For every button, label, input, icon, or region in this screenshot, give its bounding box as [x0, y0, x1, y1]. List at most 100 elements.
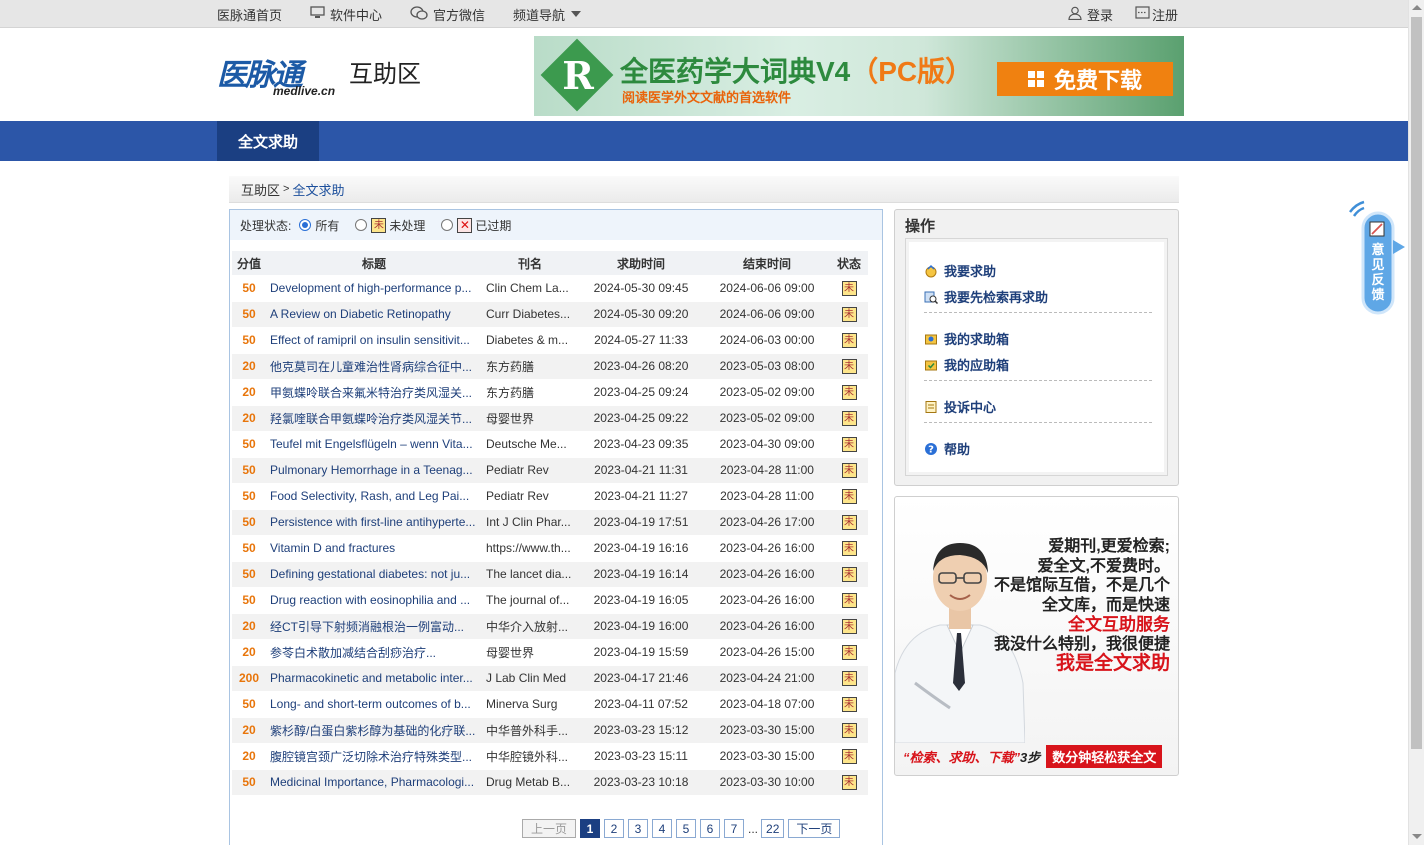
software-center-link[interactable]: 软件中心 — [310, 5, 382, 24]
prev-page-button[interactable]: 上一页 — [522, 819, 577, 838]
page-number-button[interactable]: 5 — [676, 819, 697, 838]
request-title-link[interactable]: Effect of ramipril on insulin sensitivit… — [266, 327, 482, 354]
request-title-link[interactable]: Medicinal Importance, Pharmacologi... — [266, 769, 482, 796]
top-links-left: 医脉通首页 软件中心 官方微信 频道导航 — [217, 0, 609, 28]
request-title-link[interactable]: Development of high-performance p... — [266, 275, 482, 302]
request-title-link[interactable]: Vitamin D and fractures — [266, 535, 482, 562]
table-row[interactable]: 50 Medicinal Importance, Pharmacologi... D… — [232, 769, 868, 796]
ad-line-5: 全文互助服务 — [1068, 615, 1170, 634]
table-row[interactable]: 50 Persistence with first-line antihypert… — [232, 509, 868, 536]
table-row[interactable]: 50 Food Selectivity, Rash, and Leg Pai...… — [232, 483, 868, 510]
request-score: 50 — [232, 327, 266, 354]
register-link[interactable]: 注册 — [1135, 5, 1178, 24]
table-row[interactable]: 50 A Review on Diabetic Retinopathy Curr D… — [232, 301, 868, 328]
request-end-time: 2023-04-26 16:00 — [704, 561, 830, 588]
wechat-link[interactable]: 官方微信 — [410, 5, 485, 24]
page-number-button[interactable]: 7 — [724, 819, 745, 838]
next-page-button[interactable]: 下一页 — [788, 819, 841, 838]
request-title-link[interactable]: Persistence with first-line antihyperte.… — [266, 509, 482, 536]
my-request-box-link[interactable]: 我的求助箱 — [924, 329, 1009, 348]
table-row[interactable]: 20 经CT引导下射频消融根治一例富动... 中华介入放射... 2023-04-19… — [232, 613, 868, 640]
top-bar: 医脉通首页 软件中心 官方微信 频道导航 登录 注册 — [0, 0, 1408, 28]
request-score: 20 — [232, 717, 266, 744]
chevron-down-icon — [571, 11, 582, 17]
table-row[interactable]: 50 Effect of ramipril on insulin sensitiv… — [232, 327, 868, 354]
table-row[interactable]: 20 参苓白术散加减结合刮痧治疗... 母婴世界 2023-04-19 15:59 20… — [232, 639, 868, 666]
feedback-label: 意见反馈 — [1371, 242, 1385, 302]
login-link[interactable]: 登录 — [1068, 5, 1113, 24]
request-title-link[interactable]: Pulmonary Hemorrhage in a Teenag... — [266, 457, 482, 484]
search-then-request-link[interactable]: 我要先检索再求助 — [924, 287, 1048, 306]
table-row[interactable]: 50 Vitamin D and fractures https://www.th.… — [232, 535, 868, 562]
table-row[interactable]: 20 紫杉醇/白蛋白紫杉醇为基础的化疗联... 中华普外科手... 2023-03-2… — [232, 717, 868, 744]
request-end-time: 2024-06-06 09:00 — [704, 275, 830, 302]
my-response-box-link[interactable]: 我的应助箱 — [924, 355, 1009, 374]
breadcrumb-root[interactable]: 互助区 — [241, 180, 280, 199]
scroll-up-arrow-icon[interactable] — [1412, 5, 1422, 10]
filter-expired-option[interactable]: ✕ 已过期 — [441, 217, 511, 234]
request-title-link[interactable]: 腹腔镜宫颈广泛切除术治疗特殊类型... — [266, 743, 482, 770]
request-title-link[interactable]: Pharmacokinetic and metabolic inter... — [266, 665, 482, 692]
request-title-link[interactable]: 紫杉醇/白蛋白紫杉醇为基础的化疗联... — [266, 717, 482, 744]
request-time: 2023-04-19 16:00 — [578, 613, 704, 640]
scrollbar-thumb[interactable] — [1411, 17, 1422, 749]
request-title-link[interactable]: Teufel mit Engelsflügeln – wenn Vita... — [266, 431, 482, 458]
home-link[interactable]: 医脉通首页 — [217, 5, 282, 24]
filter-expired-radio[interactable] — [441, 219, 454, 231]
request-title-link[interactable]: 经CT引导下射频消融根治一例富动... — [266, 613, 482, 640]
request-status: 未 — [830, 717, 868, 744]
ad-banner[interactable]: R 全医药学大词典V4（PC版） 阅读医学外文文献的首选软件 免费下载 — [534, 36, 1184, 116]
page-number-button[interactable]: 1 — [580, 819, 601, 838]
filter-all-option[interactable]: 所有 — [299, 217, 339, 234]
help-link[interactable]: ? 帮助 — [924, 439, 970, 458]
table-row[interactable]: 20 羟氯喹联合甲氨蝶呤治疗类风湿关节... 母婴世界 2023-04-25 09:2… — [232, 405, 868, 432]
request-title-link[interactable]: 他克莫司在儿童难治性肾病综合征中... — [266, 353, 482, 380]
scroll-down-arrow-icon[interactable] — [1412, 834, 1422, 839]
request-title-link[interactable]: Defining gestational diabetes: not ju... — [266, 561, 482, 588]
banner-download-button[interactable]: 免费下载 — [997, 62, 1173, 96]
table-row[interactable]: 50 Development of high-performance p... Cl… — [232, 275, 868, 302]
channel-nav-dropdown[interactable]: 频道导航 — [513, 5, 582, 24]
filter-unprocessed-radio[interactable] — [355, 219, 368, 231]
last-page-button[interactable]: 22 — [761, 819, 785, 838]
request-journal: Pediatr Rev — [482, 457, 578, 484]
page-number-button[interactable]: 3 — [628, 819, 649, 838]
medlive-logo[interactable]: 医脉通 medlive.cn — [217, 50, 337, 102]
request-title-link[interactable]: Food Selectivity, Rash, and Leg Pai... — [266, 483, 482, 510]
fulltext-service-ad[interactable]: 爱期刊,更爱检索; 爱全文,不爱费时。 不是馆际互借，不是几个 全文库，而是快速… — [894, 496, 1179, 776]
complaint-center-link[interactable]: 投诉中心 — [924, 397, 996, 416]
table-row[interactable]: 50 Defining gestational diabetes: not ju.… — [232, 561, 868, 588]
request-journal: Clin Chem La... — [482, 275, 578, 302]
ad-footer-quote: “检索、求助、下载” — [903, 750, 1021, 765]
search-then-request-label: 我要先检索再求助 — [944, 290, 1049, 305]
table-row[interactable]: 50 Long- and short-term outcomes of b... M… — [232, 691, 868, 718]
filter-all-radio[interactable] — [299, 219, 312, 231]
page-number-button[interactable]: 4 — [652, 819, 673, 838]
request-title-link[interactable]: 羟氯喹联合甲氨蝶呤治疗类风湿关节... — [266, 405, 482, 432]
request-score: 50 — [232, 457, 266, 484]
page-number-button[interactable]: 2 — [604, 819, 625, 838]
table-row[interactable]: 20 腹腔镜宫颈广泛切除术治疗特殊类型... 中华腔镜外科... 2023-03-23… — [232, 743, 868, 770]
table-row[interactable]: 20 甲氨蝶呤联合来氟米特治疗类风湿关... 东方药膳 2023-04-25 09:2… — [232, 379, 868, 406]
filter-unprocessed-option[interactable]: 未 未处理 — [355, 217, 425, 234]
request-title-link[interactable]: 甲氨蝶呤联合来氟米特治疗类风湿关... — [266, 379, 482, 406]
table-row[interactable]: 50 Pulmonary Hemorrhage in a Teenag... Ped… — [232, 457, 868, 484]
request-help-link[interactable]: 我要求助 — [924, 261, 996, 280]
table-row[interactable]: 200 Pharmacokinetic and metabolic inter..… — [232, 665, 868, 692]
breadcrumb-current[interactable]: 全文求助 — [292, 180, 344, 199]
tab-fulltext-request[interactable]: 全文求助 — [217, 121, 319, 161]
page-scrollbar[interactable] — [1408, 0, 1424, 845]
request-status: 未 — [830, 405, 868, 432]
page-number-button[interactable]: 6 — [700, 819, 721, 838]
request-title-link[interactable]: Drug reaction with eosinophilia and ... — [266, 587, 482, 614]
pager-ellipsis: ... — [748, 821, 759, 836]
request-title-link[interactable]: A Review on Diabetic Retinopathy — [266, 301, 482, 328]
table-row[interactable]: 50 Drug reaction with eosinophilia and ..… — [232, 587, 868, 614]
request-box-icon — [924, 332, 938, 346]
request-title-link[interactable]: Long- and short-term outcomes of b... — [266, 691, 482, 718]
column-header: 分值 — [232, 251, 266, 275]
table-row[interactable]: 20 他克莫司在儿童难治性肾病综合征中... 东方药膳 2023-04-26 08:2… — [232, 353, 868, 380]
table-row[interactable]: 50 Teufel mit Engelsflügeln – wenn Vita..… — [232, 431, 868, 458]
feedback-button[interactable]: 意见反馈 — [1346, 200, 1408, 316]
request-title-link[interactable]: 参苓白术散加减结合刮痧治疗... — [266, 639, 482, 666]
